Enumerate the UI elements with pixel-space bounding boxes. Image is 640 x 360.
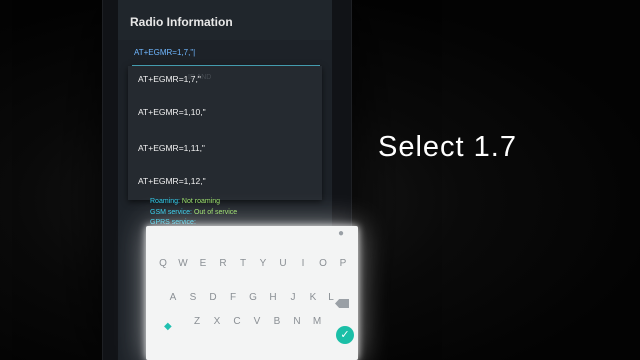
key[interactable]: Q [154, 258, 172, 269]
status-value: Not roaming [181, 198, 221, 205]
key[interactable]: M [308, 316, 326, 327]
key[interactable]: S [184, 292, 202, 303]
key[interactable]: C [228, 316, 246, 327]
key[interactable]: Y [254, 258, 272, 269]
page-title: Radio Information [130, 15, 233, 29]
checkmark-icon[interactable]: ✓ [336, 326, 354, 344]
command-input[interactable]: AT+EGMR=1,7,"| [132, 45, 320, 67]
key[interactable]: O [314, 258, 332, 269]
autocomplete-item[interactable]: AT+EGMR=1,7," [138, 74, 201, 84]
autocomplete-item[interactable]: AT+EGMR=1,11," [138, 143, 205, 153]
mic-icon[interactable]: ● [334, 228, 348, 242]
key[interactable]: A [164, 292, 182, 303]
radio-status-list: Roaming: Not roaming GSM service: Out of… [150, 197, 320, 229]
status-key: GPRS service: [150, 219, 196, 226]
app-bar: Radio Information [118, 0, 332, 40]
autocomplete-item[interactable]: AT+EGMR=1,10," [138, 107, 206, 117]
key[interactable]: X [208, 316, 226, 327]
key[interactable]: J [284, 292, 302, 303]
status-row: Roaming: Not roaming [150, 197, 320, 208]
status-row: GSM service: Out of service [150, 208, 320, 219]
autocomplete-item[interactable]: AT+EGMR=1,12," [138, 176, 206, 186]
key[interactable]: B [268, 316, 286, 327]
onscreen-keyboard: ● Q W E R T Y U I O P A S D F G H J K L … [146, 226, 358, 360]
command-input-text: AT+EGMR=1,7,"| [134, 48, 196, 57]
key[interactable]: N [288, 316, 306, 327]
key[interactable]: W [174, 258, 192, 269]
key[interactable]: I [294, 258, 312, 269]
shift-icon[interactable]: ◆ [164, 321, 172, 332]
key[interactable]: U [274, 258, 292, 269]
key[interactable]: V [248, 316, 266, 327]
key[interactable]: R [214, 258, 232, 269]
status-key: Roaming: [150, 198, 180, 205]
key[interactable]: D [204, 292, 222, 303]
video-frame: Radio Information AT+EGMR=1,7,"| ID AND … [0, 0, 640, 360]
key[interactable]: K [304, 292, 322, 303]
key[interactable]: F [224, 292, 242, 303]
key[interactable]: G [244, 292, 262, 303]
status-key: GSM service: [150, 208, 193, 216]
autocomplete-dropdown: ID AND AT+EGMR=1,7," AT+EGMR=1,10," AT+E… [128, 66, 322, 200]
key[interactable]: Z [188, 316, 206, 327]
key[interactable]: T [234, 258, 252, 269]
key[interactable]: P [334, 258, 352, 269]
key[interactable]: E [194, 258, 212, 269]
key[interactable]: H [264, 292, 282, 303]
video-caption: Select 1.7 [378, 131, 517, 163]
status-value: Out of service [193, 208, 238, 216]
